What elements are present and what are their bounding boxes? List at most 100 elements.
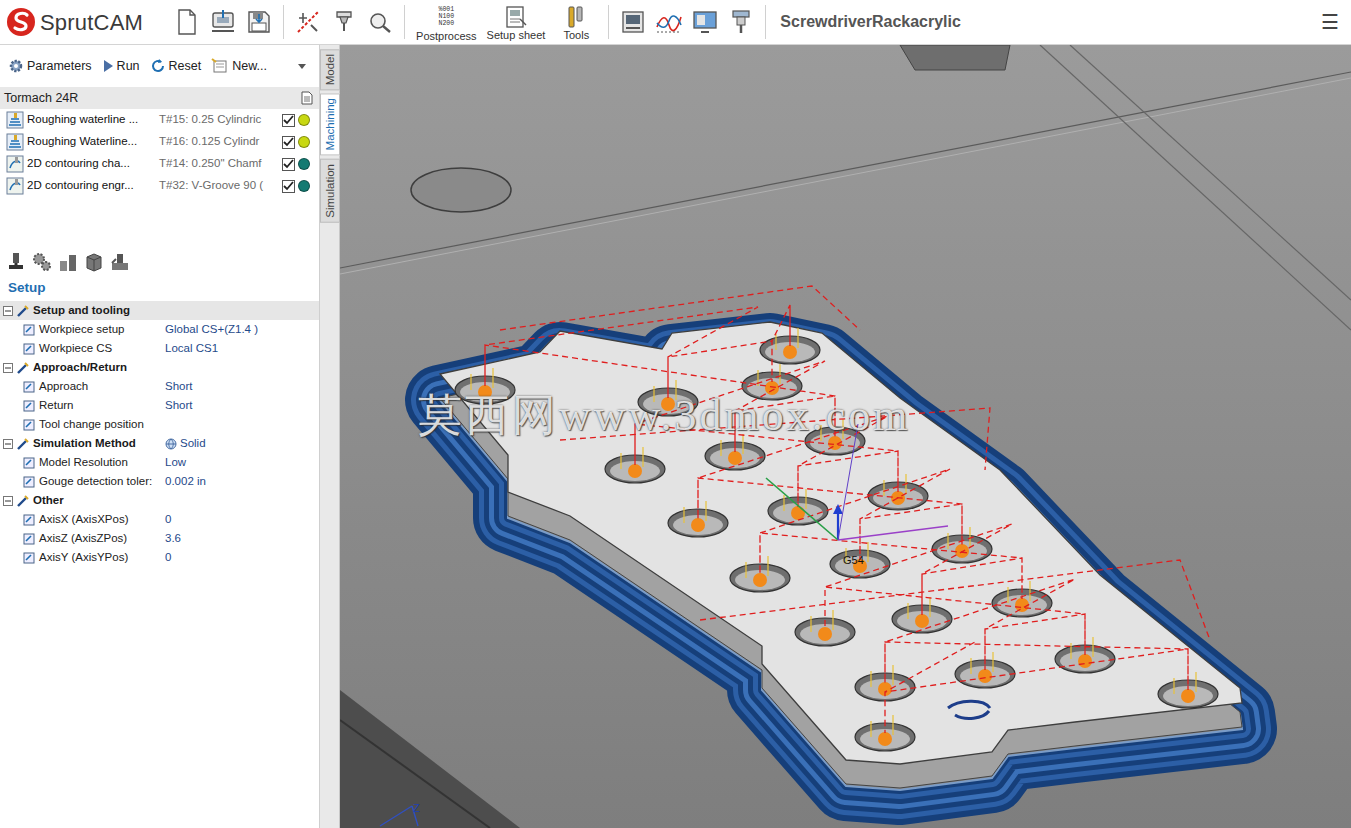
group-label: Setup and tooling [0, 301, 161, 320]
property-row[interactable]: Gouge detection toler: 0.002 in [0, 472, 319, 491]
side-tab[interactable]: Simulation [320, 159, 340, 223]
display-icon[interactable] [687, 2, 723, 42]
save-icon[interactable] [241, 2, 277, 42]
chart-icon[interactable] [651, 2, 687, 42]
operation-row[interactable]: 2D contouring engr...T#32: V-Groove 90 ( [0, 175, 319, 197]
measure-icon[interactable] [362, 2, 398, 42]
property-group[interactable]: Other [0, 491, 319, 510]
property-row[interactable]: AxisY (AxisYPos)0 [0, 548, 319, 567]
watermark: 莫西网www.3dmox.com [418, 383, 910, 449]
property-name: Gouge detection toler: [39, 472, 152, 491]
property-name: Tool change position [39, 415, 144, 434]
property-row[interactable]: AxisX (AxisXPos)0 [0, 510, 319, 529]
property-name: Workpiece CS [39, 339, 112, 358]
property-label: Approach [0, 377, 161, 396]
machine-icon[interactable] [615, 2, 651, 42]
property-label: Workpiece CS [0, 339, 161, 358]
new-button[interactable]: New... [207, 55, 271, 78]
probe-icon[interactable] [326, 2, 362, 42]
property-value-text: 0 [165, 548, 171, 567]
property-icon [22, 513, 36, 527]
operation-checkbox[interactable] [282, 158, 295, 171]
group-icon [16, 304, 30, 318]
property-value[interactable]: Global CS+(Z1.4 ) [161, 320, 319, 339]
inspector-title: Setup [0, 275, 319, 301]
roughing-operation-icon [6, 111, 24, 129]
property-label: Return [0, 396, 161, 415]
contouring-operation-icon [6, 177, 24, 195]
property-value[interactable]: 3.6 [161, 529, 319, 548]
menu-button[interactable]: ☰ [1315, 7, 1345, 37]
section-cut-icon[interactable] [290, 2, 326, 42]
property-name: AxisZ (AxisZPos) [39, 529, 127, 548]
group-icon [16, 494, 30, 508]
group-title: Setup and tooling [33, 301, 130, 320]
document-icon[interactable] [301, 91, 313, 105]
property-value[interactable]: Short [161, 377, 319, 396]
tree-root[interactable]: Tormach 24R [0, 87, 319, 109]
property-value[interactable]: Short [161, 396, 319, 415]
parts-icon[interactable] [57, 251, 79, 273]
operation-row[interactable]: 2D contouring cha...T#14: 0.250" Chamf [0, 153, 319, 175]
property-row[interactable]: Model ResolutionLow [0, 453, 319, 472]
property-group[interactable]: Approach/Return [0, 358, 319, 377]
property-value[interactable]: Local CS1 [161, 339, 319, 358]
new-file-icon[interactable] [169, 2, 205, 42]
load-machine-icon[interactable] [205, 2, 241, 42]
property-value[interactable] [161, 415, 319, 434]
side-tab[interactable]: Model [320, 49, 340, 90]
group-icon [16, 437, 30, 451]
operation-row[interactable]: Roughing Waterline...T#16: 0.125 Cylindr [0, 131, 319, 153]
operation-checkbox[interactable] [282, 136, 295, 149]
parameters-button[interactable]: Parameters [4, 55, 96, 78]
collapse-icon[interactable] [3, 496, 13, 506]
setup-icon[interactable] [5, 251, 27, 273]
property-group[interactable]: Setup and tooling [0, 301, 319, 320]
group-value: Solid [161, 434, 319, 453]
group-label: Approach/Return [0, 358, 161, 377]
postprocess-button[interactable]: %001N100N200Postprocess [411, 2, 482, 43]
property-group[interactable]: Simulation MethodSolid [0, 434, 319, 453]
property-value[interactable]: 0 [161, 510, 319, 529]
collapse-icon[interactable] [3, 306, 13, 316]
side-tabs: Model Machining Simulation [320, 45, 340, 828]
property-row[interactable]: ApproachShort [0, 377, 319, 396]
reset-button[interactable]: Reset [146, 55, 206, 78]
operation-checkbox[interactable] [282, 114, 295, 127]
top-toolbar: SprutCAM%001N100N200PostprocessSetup she… [0, 0, 1351, 45]
operation-row[interactable]: Roughing waterline ...T#15: 0.25 Cylindr… [0, 109, 319, 131]
tools-button[interactable]: Tools [550, 3, 602, 42]
operation-name: Roughing Waterline... [27, 133, 156, 150]
tool-holder-icon[interactable] [723, 2, 759, 42]
viewport-3d[interactable]: G54Z莫西网www.3dmox.com [340, 45, 1351, 828]
property-row[interactable]: Workpiece CS Local CS1 [0, 339, 319, 358]
collapse-icon[interactable] [3, 363, 13, 373]
operations-icon[interactable] [31, 251, 53, 273]
operation-checkbox[interactable] [282, 180, 295, 193]
property-icon [22, 456, 36, 470]
workpiece-icon[interactable] [83, 251, 105, 273]
property-icon [22, 475, 36, 489]
side-tab[interactable]: Machining [320, 93, 340, 155]
collapse-icon[interactable] [3, 439, 13, 449]
property-icon [22, 380, 36, 394]
postprocess-icon-line: %001 [439, 6, 455, 13]
contouring-operation-icon [6, 155, 24, 173]
property-value-text: Local CS1 [165, 339, 218, 358]
property-value[interactable]: 0.002 in [161, 472, 319, 491]
dropdown-caret-icon[interactable] [297, 62, 307, 70]
reset-icon [150, 58, 166, 74]
property-row[interactable]: Tool change position [0, 415, 319, 434]
toolbar-separator [608, 5, 609, 39]
property-row[interactable]: ReturnShort [0, 396, 319, 415]
property-value[interactable]: 0 [161, 548, 319, 567]
globe-icon [165, 438, 177, 450]
run-button[interactable]: Run [98, 55, 144, 78]
scene-canvas[interactable]: G54Z [340, 45, 1351, 828]
property-row[interactable]: Workpiece setupGlobal CS+(Z1.4 ) [0, 320, 319, 339]
operation-name: 2D contouring engr... [27, 177, 156, 194]
property-value[interactable]: Low [161, 453, 319, 472]
machine-settings-icon[interactable] [109, 251, 131, 273]
property-row[interactable]: AxisZ (AxisZPos) 3.6 [0, 529, 319, 548]
setup-sheet-button[interactable]: Setup sheet [482, 3, 551, 42]
